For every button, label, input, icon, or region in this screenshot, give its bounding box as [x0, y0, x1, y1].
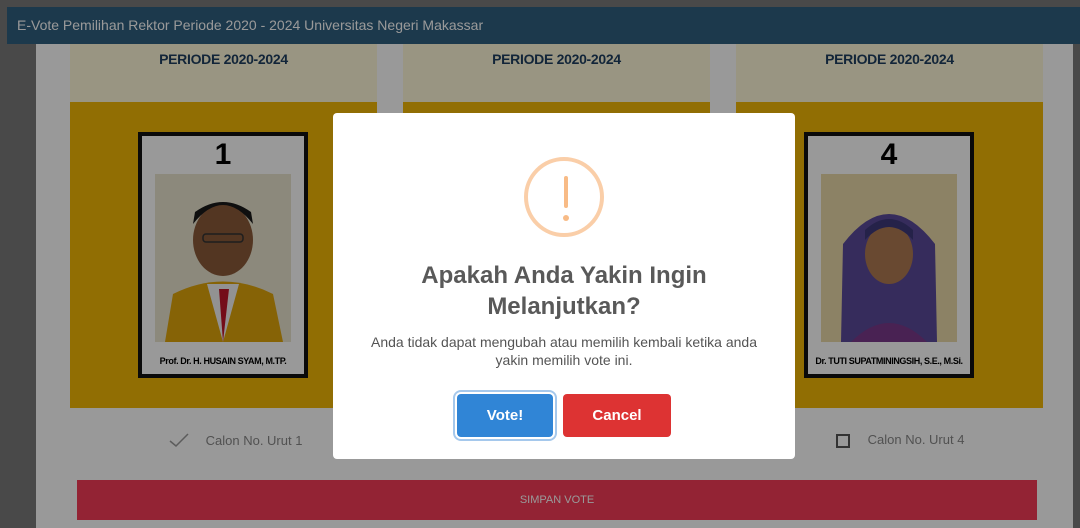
confirm-dialog: Apakah Anda Yakin Ingin Melanjutkan? And…	[333, 113, 795, 459]
cancel-button[interactable]: Cancel	[563, 394, 671, 437]
dialog-title: Apakah Anda Yakin Ingin Melanjutkan?	[421, 262, 707, 320]
vote-button[interactable]: Vote!	[457, 394, 553, 437]
dialog-message: Anda tidak dapat mengubah atau memilih k…	[370, 334, 758, 368]
warning-icon	[524, 157, 604, 237]
